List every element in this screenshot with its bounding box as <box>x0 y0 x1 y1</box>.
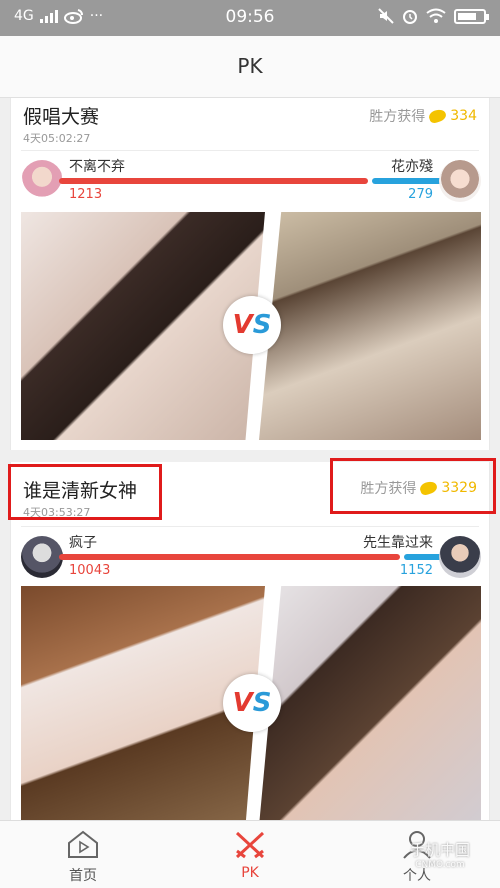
alarm-icon <box>403 10 417 24</box>
left-score-bar <box>59 178 368 184</box>
right-contestant-name: 先生靠过来 <box>363 535 433 551</box>
watermark-sub: CNMO.com <box>415 860 465 870</box>
right-score-bar <box>371 178 443 184</box>
left-contestant-name: 不离不弃 <box>69 159 125 175</box>
right-score: 279 <box>408 187 433 202</box>
left-score: 10043 <box>69 563 111 578</box>
mute-icon <box>378 8 394 24</box>
tab-home[interactable]: 首页 <box>0 821 166 888</box>
pk-card[interactable]: 假唱大赛 4天05:02:27 胜方获得 334 不离不弃 花亦殘 1213 2… <box>10 98 490 450</box>
status-right <box>378 8 489 24</box>
tab-pk[interactable]: PK <box>167 821 333 888</box>
vs-row: 不离不弃 花亦殘 1213 279 <box>11 156 491 208</box>
crossed-swords-icon <box>235 831 265 859</box>
pk-list[interactable]: 假唱大赛 4天05:02:27 胜方获得 334 不离不弃 花亦殘 1213 2… <box>0 98 500 820</box>
right-contestant-name: 花亦殘 <box>391 159 433 175</box>
vs-badge-icon: VS <box>223 296 281 354</box>
left-score: 1213 <box>69 187 103 202</box>
right-score-bar <box>403 554 443 560</box>
watermark: 手机中国 CNMO.com <box>394 823 486 885</box>
avatar[interactable] <box>21 536 63 578</box>
left-score-bar <box>59 554 400 560</box>
battery-icon <box>454 8 489 24</box>
watermark-title: 手机中国 <box>409 841 470 859</box>
avatar[interactable] <box>21 160 63 202</box>
highlight-box-reward <box>330 458 496 514</box>
status-bar: 4G ··· 09:56 <box>0 0 500 36</box>
tab-bar: 首页 PK 个人 手机中国 CNMO.com <box>0 820 500 888</box>
right-score: 1152 <box>399 563 433 578</box>
reward-info: 胜方获得 334 <box>369 106 477 126</box>
tab-label: 首页 <box>69 868 97 884</box>
home-icon <box>68 830 98 858</box>
left-contestant-name: 疯子 <box>69 535 97 551</box>
divider <box>21 150 479 151</box>
pk-title: 假唱大赛 <box>23 106 100 128</box>
tab-label: PK <box>241 865 259 881</box>
vs-videos[interactable]: VS <box>21 586 481 820</box>
vs-videos[interactable]: VS <box>21 212 481 440</box>
avatar[interactable] <box>439 536 481 578</box>
reward-label: 胜方获得 <box>369 109 426 125</box>
right-video-thumbnail[interactable] <box>259 212 481 440</box>
divider <box>21 526 479 527</box>
highlight-box-title <box>8 464 162 520</box>
vs-badge-icon: VS <box>223 674 281 732</box>
nav-header: PK <box>0 36 500 98</box>
wifi-icon <box>426 8 446 23</box>
right-video-thumbnail[interactable] <box>259 586 481 820</box>
page-title: PK <box>237 54 263 78</box>
pk-countdown: 4天05:02:27 <box>23 132 91 145</box>
reward-amount: 334 <box>450 108 477 124</box>
vs-row: 疯子 先生靠过来 10043 1152 <box>11 532 491 584</box>
avatar[interactable] <box>439 160 481 202</box>
bean-icon <box>427 107 448 125</box>
